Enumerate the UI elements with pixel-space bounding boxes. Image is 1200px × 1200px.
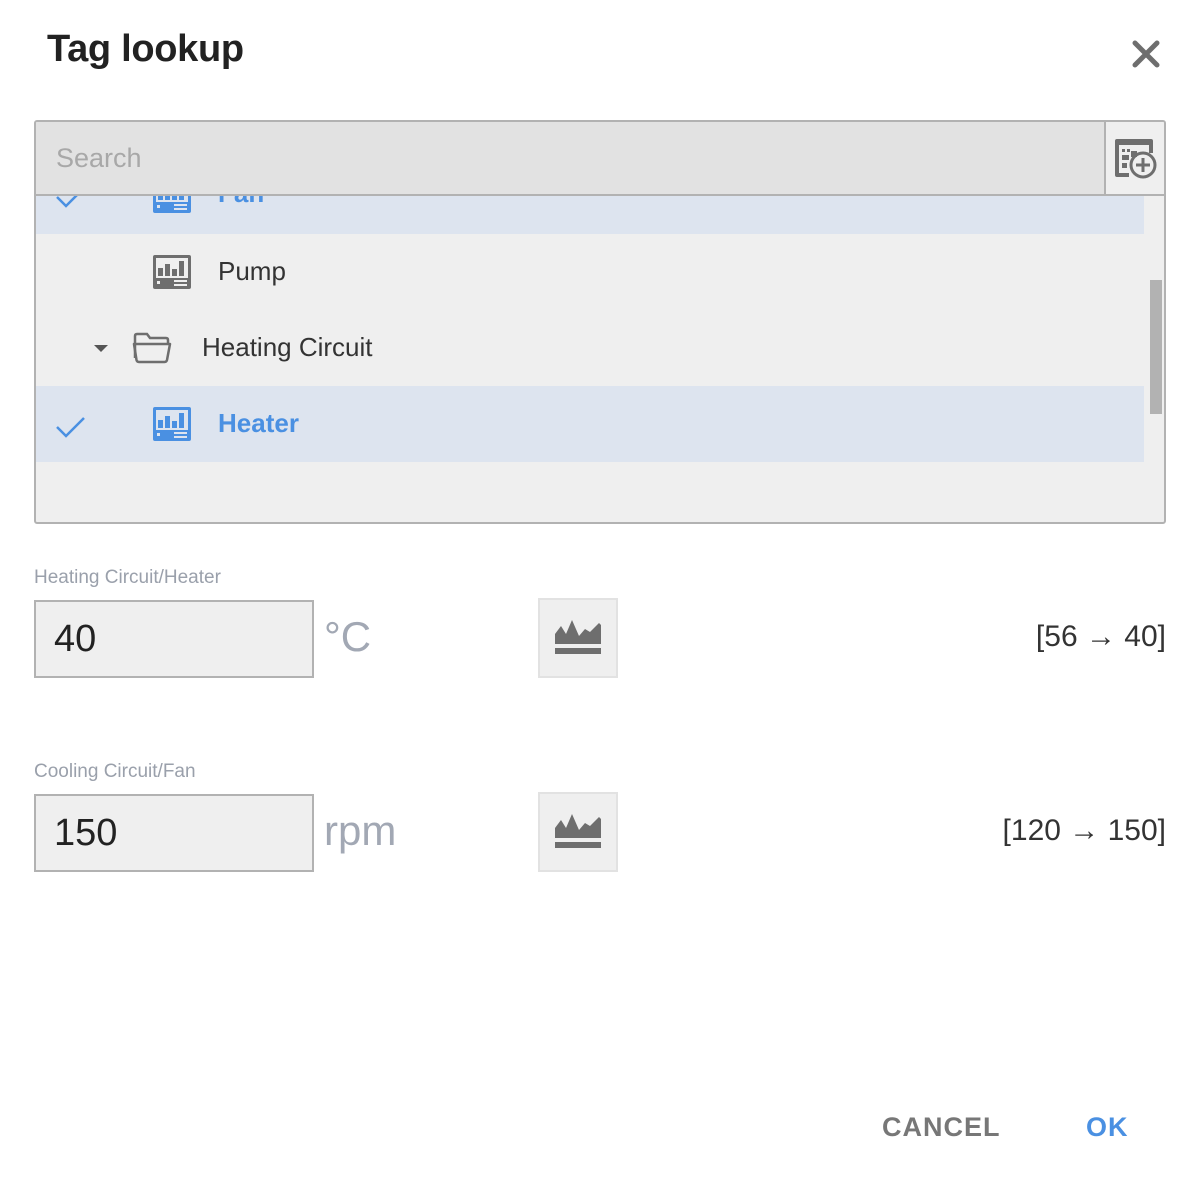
tree-item-label: Heater	[218, 408, 299, 438]
tree-item-heater[interactable]: Heater	[36, 386, 1144, 462]
trend-button[interactable]	[538, 792, 618, 872]
folder-open-icon	[132, 332, 172, 364]
device-chart-icon	[153, 196, 191, 213]
expand-arrow-icon[interactable]	[92, 342, 110, 354]
search-input[interactable]	[36, 122, 1104, 194]
field-label: Cooling Circuit/Fan	[34, 761, 196, 782]
range-label: [56 → 40]	[1035, 620, 1166, 653]
range-label: [120 → 150]	[1002, 814, 1166, 847]
value-input[interactable]	[34, 600, 314, 678]
dialog-title: Tag lookup	[47, 28, 244, 70]
tree-item-label: Heating Circuit	[202, 332, 373, 362]
tag-tree-panel: Fan Pump	[34, 120, 1166, 524]
device-chart-icon	[153, 407, 191, 441]
check-icon	[56, 417, 85, 438]
cancel-button[interactable]: CANCEL	[882, 1112, 1001, 1143]
value-input[interactable]	[34, 794, 314, 872]
trend-chart-icon	[555, 620, 601, 654]
trend-chart-icon	[555, 814, 601, 848]
tree-item-fan[interactable]: Fan	[36, 196, 1144, 234]
tree-scrollbar[interactable]	[1150, 280, 1162, 414]
check-icon	[56, 196, 78, 208]
unit-label: °C	[324, 613, 372, 660]
add-tag-icon	[1115, 139, 1157, 179]
add-tag-button[interactable]	[1104, 122, 1164, 194]
field-label: Heating Circuit/Heater	[34, 567, 221, 588]
search-row	[36, 122, 1164, 196]
tree-item-pump[interactable]: Pump	[36, 234, 1144, 310]
close-icon	[1132, 40, 1160, 68]
tag-tree: Fan Pump	[36, 196, 1164, 522]
unit-label: rpm	[324, 807, 397, 854]
device-chart-icon	[153, 255, 191, 289]
close-button[interactable]	[1124, 32, 1168, 76]
tree-item-label: Fan	[218, 196, 264, 209]
trend-button[interactable]	[538, 598, 618, 678]
tree-item-label: Pump	[218, 256, 286, 286]
ok-button[interactable]: OK	[1086, 1112, 1129, 1143]
tree-folder-heating-circuit[interactable]: Heating Circuit	[36, 310, 1144, 386]
